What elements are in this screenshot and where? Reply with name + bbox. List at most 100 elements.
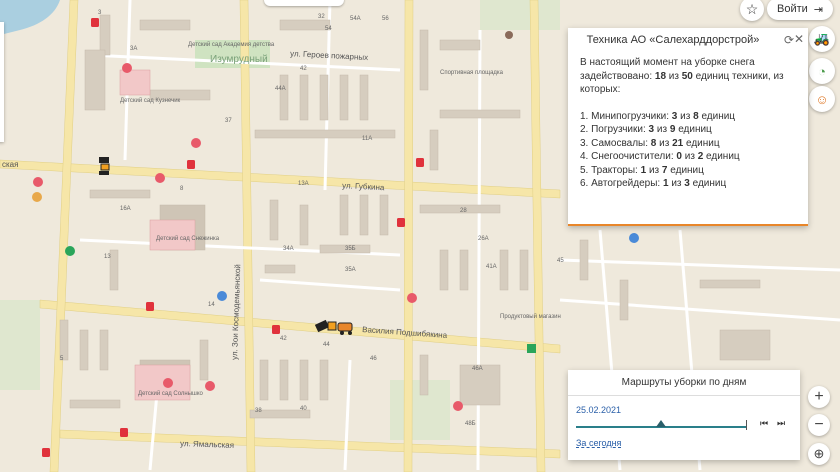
church-marker-icon[interactable] [505,31,513,39]
poi-label: Детский сад Солнышко [138,390,204,397]
sport-marker-icon[interactable] [217,291,227,301]
district-label: Изумрудный [210,54,268,65]
house-number: 46 [370,356,377,362]
globe-icon: ⊕ [813,446,825,461]
pie-chart-icon: ◔ [818,63,826,79]
skip-back-icon[interactable]: ⏮ [760,418,768,429]
refresh-icon[interactable]: ⟳ [784,33,794,47]
house-number: 54А [350,16,361,22]
machinery-layer-button[interactable]: 🚜 [809,26,835,52]
house-number: 11А [362,136,372,142]
item-label: 4. Снегоочистители: [580,151,674,162]
total-count: 50 [681,70,693,82]
house-number: 40 [300,406,307,412]
minus-icon: − [814,416,824,433]
item-total: 21 [672,137,684,149]
poi-label: Детский сад Снежинка [156,235,220,242]
left-panel-edge[interactable] [0,22,4,142]
item-label: 6. Автогрейдеры: [580,178,661,189]
intro-of: из [668,70,679,82]
zoom-in-button[interactable]: + [808,386,830,408]
house-number: 44А [275,86,286,92]
street-label-kaskaya: ская [2,160,18,169]
house-number: 26А [478,236,489,242]
item-total: 3 [684,178,690,189]
login-arrow-icon: ⇥ [813,3,823,16]
item-unit: единиц [706,151,740,162]
house-number: 28 [460,208,467,214]
machinery-item: 5. Тракторы: 1 из 7 единиц [580,164,798,178]
item-used: 1 [640,164,647,176]
intro-line: В настоящий момент на уборке снега [580,57,755,68]
poi-label: Продуктовый магазин [500,313,561,320]
item-unit: единиц [686,137,720,149]
routes-date[interactable]: 25.02.2021 [576,405,621,415]
intro-text: задействовано: [580,70,653,82]
house-number: 45 [557,258,564,264]
item-unit: единиц [701,110,736,122]
poi-label: Спортивная площадка [440,70,504,76]
item-of: из [656,124,668,135]
routes-panel: Маршруты уборки по дням 25.02.2021 ⏮ ⏭ З… [568,370,800,460]
park-marker-icon[interactable] [65,246,75,256]
person-icon: ☺ [815,91,829,107]
login-button[interactable]: Войти ⇥ [767,0,833,20]
loader-icon: 🚜 [813,31,831,46]
house-number: 44 [323,342,330,348]
item-label: 2. Погрузчики: [580,124,646,135]
house-number: 46А [472,366,483,372]
item-label: 5. Тракторы: [580,164,638,176]
plus-icon: + [814,388,824,405]
house-number: 34А [283,246,294,252]
house-number: 42 [280,336,287,342]
item-of: из [659,137,670,149]
house-number: 13 [104,254,111,260]
house-number: 42 [300,66,307,72]
star-icon: ☆ [745,0,759,17]
cafe-marker-icon[interactable] [32,192,42,202]
intro-text: единиц техники, из [695,70,784,82]
routes-timeline-handle[interactable] [656,420,666,427]
machinery-item: 6. Автогрейдеры: 1 из 3 единиц [580,177,798,191]
layers-button[interactable]: ⊕ [808,443,830,465]
snow-vehicle-icon[interactable] [99,157,110,175]
house-number: 56 [382,16,389,22]
house-number: 32 [318,14,325,20]
house-number: 14 [208,302,215,308]
info-panel-body: В настоящий момент на уборке снега задей… [580,56,798,191]
machinery-info-panel: Техника АО «Салехарддорстрой» ⟳ ✕ В наст… [568,28,808,226]
item-total: 9 [669,124,676,135]
item-used: 0 [676,151,682,162]
item-of: из [671,178,682,189]
house-number: 48Б [465,421,476,427]
close-icon[interactable]: ✕ [794,32,804,46]
item-unit: единиц [670,164,704,176]
today-link[interactable]: За сегодня [576,438,621,448]
item-used: 8 [650,137,657,149]
item-total: 8 [693,110,699,122]
house-number: 13А [298,181,309,187]
info-panel-title: Техника АО «Салехарддорстрой» [586,34,760,46]
shop-marker-icon[interactable] [527,344,536,353]
item-of: из [684,151,695,162]
house-number: 3А [130,46,137,52]
house-number: 41А [486,264,497,270]
house-number: 35Б [345,246,356,252]
item-used: 3 [671,110,678,122]
login-label: Войти [776,3,808,15]
house-number: 37 [225,118,232,124]
support-layer-button[interactable]: ☺ [809,86,835,112]
top-search-tab[interactable] [264,0,344,6]
house-number: 16А [120,206,131,212]
intro-line: задействовано: 18 из 50 единиц техники, … [580,70,798,84]
machinery-item: 3. Самосвалы: 8 из 21 единиц [580,137,798,151]
house-number: 38 [255,408,262,414]
machinery-item: 4. Снегоочистители: 0 из 2 единиц [580,150,798,164]
item-label: 1. Минипогрузчики: [580,110,670,122]
stats-layer-button[interactable]: ◔ [809,58,835,84]
play-icon[interactable]: ⏭ [777,418,785,429]
sport-marker-icon[interactable] [629,233,639,243]
item-label: 3. Самосвалы: [580,137,649,149]
item-unit: единиц [678,124,712,135]
zoom-out-button[interactable]: − [808,414,830,436]
